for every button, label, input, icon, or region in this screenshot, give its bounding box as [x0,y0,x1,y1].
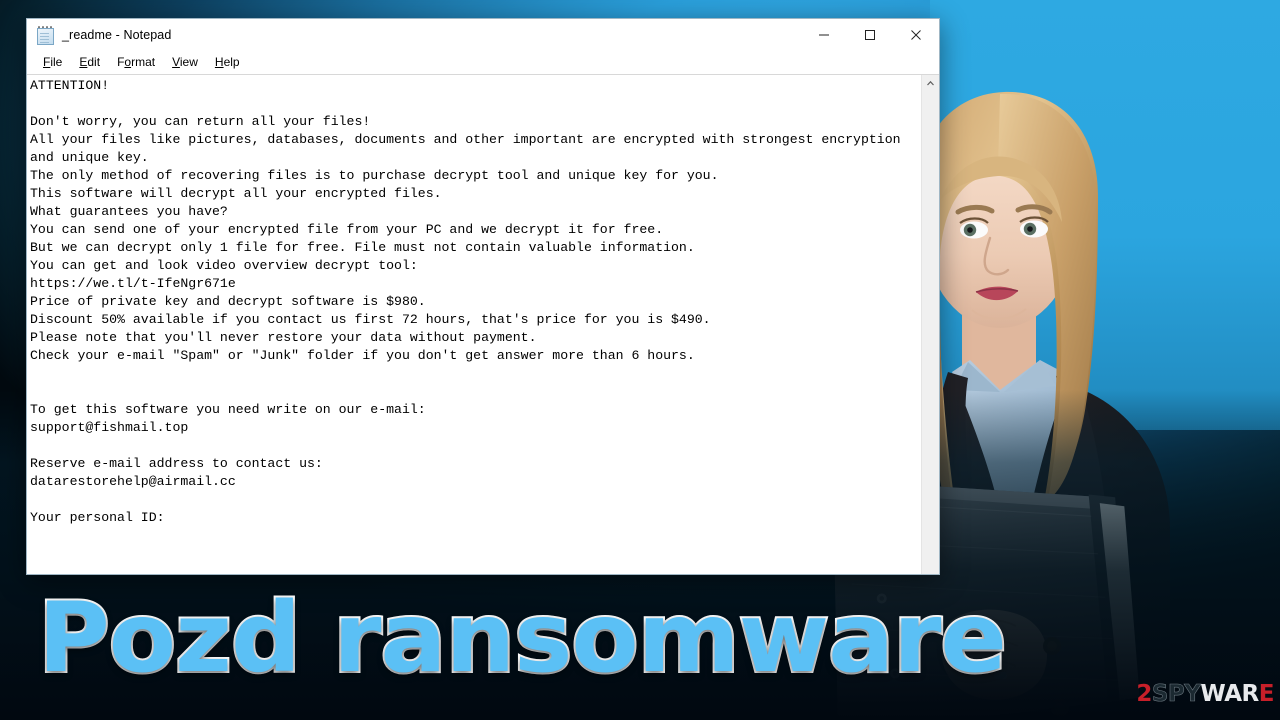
vertical-scrollbar[interactable] [921,75,939,574]
minimize-button[interactable] [801,19,847,51]
site-watermark: 2 SPY WAR E [1136,681,1275,707]
menu-edit[interactable]: Edit [71,53,108,71]
watermark-part-spy: SPY [1151,681,1202,707]
window-title: _readme - Notepad [62,28,172,42]
maximize-icon [865,30,875,40]
window-controls [801,19,939,51]
menu-help[interactable]: Help [207,53,248,71]
scrollbar-track[interactable] [922,92,939,574]
notepad-icon [36,26,54,45]
chevron-up-icon [927,80,934,86]
watermark-part-2: 2 [1136,681,1152,707]
menu-file[interactable]: File [35,53,70,71]
watermark-part-e: E [1258,681,1275,707]
watermark-part-war: WAR [1200,681,1259,707]
page-title: Pozd ransomware [36,582,1009,694]
background-accent-panel [930,0,1280,430]
ransom-note-text: ATTENTION! Don't worry, you can return a… [30,78,901,525]
screenshot-root: _readme - Notepad File Edit Format View … [0,0,1280,720]
notepad-window: _readme - Notepad File Edit Format View … [26,18,940,575]
text-editor[interactable]: ATTENTION! Don't worry, you can return a… [27,75,921,574]
close-icon [911,30,921,40]
maximize-button[interactable] [847,19,893,51]
window-titlebar[interactable]: _readme - Notepad [27,19,939,51]
scroll-up-button[interactable] [922,75,939,92]
minimize-icon [819,34,829,36]
close-button[interactable] [893,19,939,51]
menu-format[interactable]: Format [109,53,163,71]
menu-view[interactable]: View [164,53,206,71]
menu-bar: File Edit Format View Help [27,51,939,74]
editor-area: ATTENTION! Don't worry, you can return a… [27,74,939,574]
